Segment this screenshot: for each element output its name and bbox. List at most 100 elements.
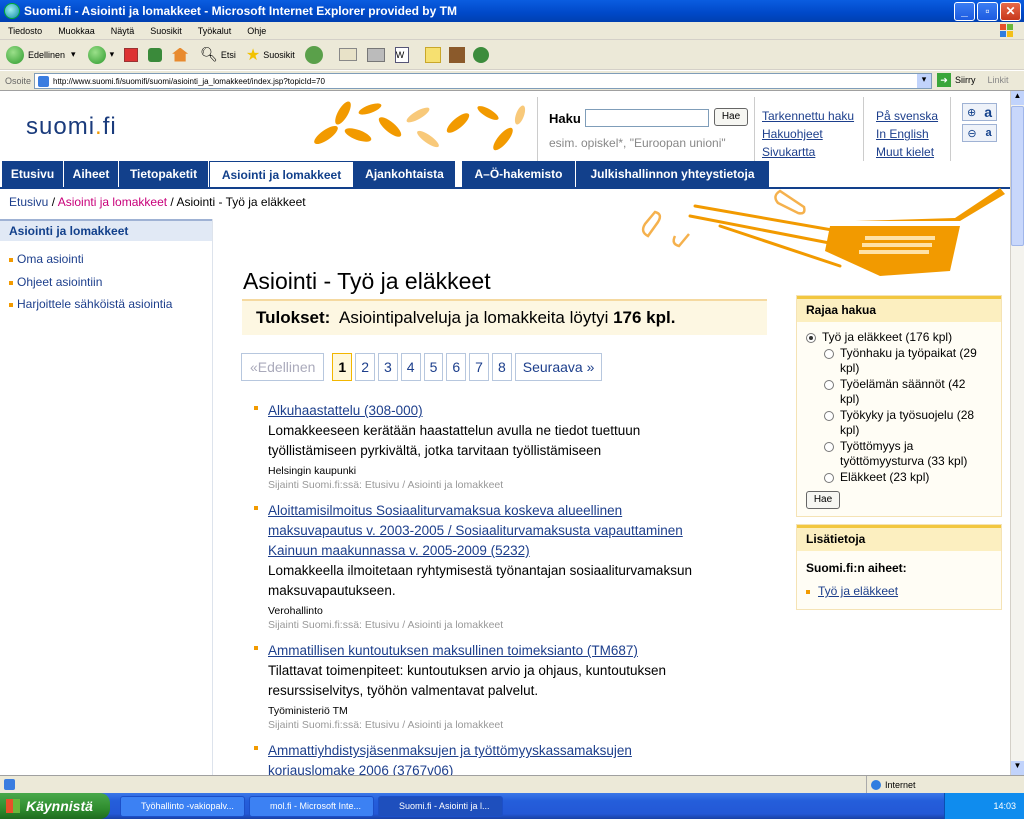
result-item: Alkuhaastattelu (308-000) Lomakkeeseen k…	[254, 401, 748, 491]
favorites-button[interactable]: ★ Suosikit	[246, 45, 295, 65]
back-arrow-icon	[6, 45, 24, 64]
menu-tools[interactable]: Työkalut	[190, 26, 240, 36]
result-description: Lomakkeeseen kerätään haastattelun avull…	[268, 423, 641, 458]
close-button[interactable]: ✕	[1000, 1, 1021, 21]
search-input[interactable]	[585, 109, 709, 127]
word-icon[interactable]: W	[394, 46, 409, 63]
other-languages-link[interactable]: Muut kielet	[876, 145, 934, 159]
result-title-link[interactable]: Ammattiyhdistysjäsenmaksujen ja työttömy…	[268, 741, 748, 775]
nav-a-z-index[interactable]: A–Ö-hakemisto	[462, 161, 576, 187]
history-icon[interactable]	[304, 45, 323, 64]
result-location: Sijainti Suomi.fi:ssä: Etusivu / Asioint…	[268, 619, 504, 631]
nav-services-forms[interactable]: Asiointi ja lomakkeet	[209, 161, 354, 187]
zoom-in-button[interactable]: ⊕ a	[962, 103, 997, 121]
pager-prev: «Edellinen	[241, 353, 325, 381]
result-title-link[interactable]: Ammatillisen kuntoutuksen maksullinen to…	[268, 641, 748, 661]
menu-favorites[interactable]: Suosikit	[142, 26, 190, 36]
divider	[863, 97, 864, 161]
nav-topics[interactable]: Aiheet	[64, 161, 119, 187]
logo-tld: fi	[102, 113, 117, 140]
filter-radio-work-ability[interactable]	[824, 411, 834, 421]
forward-button[interactable]: ▾	[87, 45, 115, 64]
globe-icon	[871, 780, 881, 790]
magnifier-icon: 🔍︎	[200, 46, 218, 62]
task-item-active[interactable]: Suomi.fi - Asiointi ja l...	[378, 795, 503, 817]
minimize-button[interactable]: _	[954, 1, 975, 21]
scroll-thumb[interactable]	[1011, 106, 1024, 246]
home-icon[interactable]	[172, 47, 189, 62]
zoom-in-icon: ⊕	[966, 106, 977, 119]
menu-file[interactable]: Tiedosto	[0, 26, 50, 36]
menu-edit[interactable]: Muokkaa	[50, 26, 103, 36]
pager-page-4[interactable]: 4	[400, 353, 421, 381]
results-count: 176 kpl.	[613, 308, 676, 327]
scroll-down-icon[interactable]: ▼	[1011, 761, 1024, 775]
swedish-link[interactable]: På svenska	[876, 109, 938, 123]
filter-radio-unemployment[interactable]	[824, 442, 834, 452]
pager-page-7[interactable]: 7	[469, 353, 489, 381]
result-organization: Verohallinto	[268, 605, 323, 617]
menu-help[interactable]: Ohje	[239, 26, 274, 36]
page-icon	[4, 779, 15, 790]
pager-page-5[interactable]: 5	[423, 353, 444, 381]
go-button[interactable]: ➜ Siirry Linkit	[937, 73, 1009, 87]
filter-radio-pensions[interactable]	[824, 473, 834, 483]
scroll-up-icon[interactable]: ▲	[1011, 91, 1024, 105]
sidebar-item-own-services[interactable]: Oma asiointi	[9, 252, 84, 266]
filter-radio-job-search[interactable]	[824, 349, 834, 359]
back-button[interactable]: Edellinen ▾	[6, 45, 76, 64]
sidebar-item-label: Oma asiointi	[17, 252, 84, 266]
chevron-down-icon: ▾	[109, 49, 115, 59]
advanced-search-link[interactable]: Tarkennettu haku	[762, 109, 854, 123]
nav-contacts[interactable]: Julkishallinnon yhteystietoja	[576, 161, 770, 187]
search-button[interactable]: 🔍︎ Etsi	[200, 46, 236, 63]
stop-icon[interactable]	[124, 47, 139, 62]
sidebar-item-practice[interactable]: Harjoittele sähköistä asiointia	[9, 297, 172, 311]
pager-page-8[interactable]: 8	[491, 353, 512, 381]
messenger-icon[interactable]	[472, 46, 489, 63]
refresh-icon[interactable]	[148, 47, 163, 62]
laptop-illustration-icon	[641, 188, 1005, 276]
forward-arrow-icon	[87, 45, 106, 64]
address-input[interactable]: http://www.suomi.fi/suomifi/suomi/asioin…	[34, 73, 932, 89]
english-link[interactable]: In English	[876, 127, 929, 141]
pager-next[interactable]: Seuraava »	[514, 353, 603, 381]
research-icon[interactable]	[448, 46, 465, 63]
result-title-link[interactable]: Alkuhaastattelu (308-000)	[268, 401, 748, 421]
chevron-down-icon: ▾	[71, 49, 76, 59]
nav-home[interactable]: Etusivu	[2, 161, 64, 187]
task-item[interactable]: Työhallinto -vakiopalv...	[120, 795, 245, 817]
pager-page-3[interactable]: 3	[377, 353, 398, 381]
breadcrumb-section[interactable]: Asiointi ja lomakkeet	[58, 195, 167, 209]
result-title-link[interactable]: Aloittamisilmoitus Sosiaaliturvamaksua k…	[268, 501, 748, 561]
filter-option-label: Työkyky ja työsuojelu (28 kpl)	[840, 408, 975, 437]
notes-icon[interactable]	[424, 46, 441, 63]
filter-radio-work-rules[interactable]	[824, 380, 834, 390]
start-button[interactable]: Käynnistä	[0, 793, 110, 819]
maximize-button[interactable]: ▫	[977, 1, 998, 21]
mail-icon[interactable]	[338, 48, 357, 61]
nav-current[interactable]: Ajankohtaista	[354, 161, 456, 187]
pager-page-6[interactable]: 6	[446, 353, 467, 381]
clock[interactable]: 14:03	[993, 801, 1016, 811]
pager-page-2[interactable]: 2	[355, 353, 375, 381]
search-help-link[interactable]: Hakuohjeet	[762, 127, 823, 141]
breadcrumb-home[interactable]: Etusivu	[9, 195, 48, 209]
sitemap-link[interactable]: Sivukartta	[762, 145, 815, 159]
zoom-out-button[interactable]: ⊖ a	[962, 124, 997, 142]
site-logo[interactable]: suomi.fi	[26, 113, 117, 141]
address-label: Osoite	[5, 75, 32, 86]
menu-view[interactable]: Näytä	[103, 26, 143, 36]
info-topic-link[interactable]: Työ ja eläkkeet	[818, 584, 898, 598]
sidebar-item-instructions[interactable]: Ohjeet asiointiin	[9, 275, 102, 289]
filter-radio-all[interactable]	[806, 333, 816, 343]
menu-bar: Tiedosto Muokkaa Näytä Suosikit Työkalut…	[0, 22, 1024, 40]
chevron-down-icon[interactable]: ▾	[917, 74, 931, 88]
task-item[interactable]: mol.fi - Microsoft Inte...	[249, 795, 374, 817]
links-label[interactable]: Linkit	[988, 75, 1009, 85]
nav-info-packages[interactable]: Tietopaketit	[119, 161, 209, 187]
search-submit-button[interactable]: Hae	[714, 108, 748, 126]
vertical-scrollbar[interactable]: ▲ ▼	[1010, 91, 1024, 775]
print-icon[interactable]	[366, 47, 385, 62]
filter-submit-button[interactable]: Hae	[806, 491, 840, 509]
